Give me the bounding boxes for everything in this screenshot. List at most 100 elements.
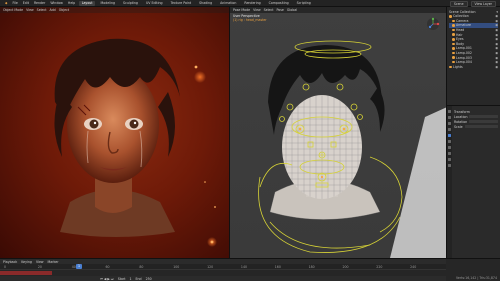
marker-menu[interactable]: Marker (48, 260, 59, 264)
visibility-eye-icon[interactable]: ◉ (495, 37, 498, 41)
tab-shading[interactable]: Shading (197, 1, 215, 6)
material-tab-icon[interactable] (448, 164, 451, 167)
modifier-tab-icon[interactable] (448, 140, 451, 143)
scale-field[interactable] (464, 124, 498, 129)
character-render (54, 38, 217, 247)
frame-tick-label: 40 (71, 265, 76, 269)
rig-mesh-view (258, 40, 446, 258)
frame-tick-label: 200 (342, 265, 349, 269)
playback-menu[interactable]: Playback (3, 260, 17, 264)
prop-label-scale: Scale (454, 124, 463, 129)
outliner-item-label: Armature (456, 23, 471, 28)
tab-rendering[interactable]: Rendering (242, 1, 263, 6)
output-tab-icon[interactable] (448, 122, 451, 125)
visibility-eye-icon[interactable]: ◉ (495, 23, 498, 27)
visibility-eye-icon[interactable]: ◉ (495, 33, 498, 37)
top-bar: ◆ File Edit Render Window Help Layout Mo… (0, 0, 500, 7)
tab-compositing[interactable]: Compositing (266, 1, 291, 6)
prop-section-label: Transform (454, 109, 470, 114)
pose-viewport[interactable]: Pose Mode View Select Pose Global User P… (229, 7, 446, 258)
blender-logo-icon[interactable]: ◆ (4, 1, 8, 5)
visibility-eye-icon[interactable]: ◉ (495, 46, 498, 50)
location-field[interactable] (469, 114, 498, 119)
start-label: Start (117, 276, 126, 281)
tab-modeling[interactable]: Modeling (98, 1, 118, 6)
menu-help[interactable]: Help (67, 1, 76, 5)
prop-label-rotation: Rotation (454, 119, 468, 124)
navigation-gizmo-icon[interactable] (426, 17, 440, 31)
outliner-item-label: Lights (453, 64, 463, 69)
frame-tick-label: 60 (105, 265, 110, 269)
outliner-item-label: Camera (456, 18, 469, 23)
object-tab-icon[interactable] (448, 134, 451, 137)
rendered-viewport[interactable]: Object Mode View Select Add Object (0, 7, 229, 258)
view-menu-timeline[interactable]: View (36, 260, 44, 264)
end-value[interactable]: 250 (146, 277, 152, 281)
properties-tabs (447, 106, 452, 258)
timeline-footer: ⏮ ◀ ▶ ⏭ Start 1 End 250 (0, 276, 446, 281)
object-type-icon (452, 60, 455, 64)
constraint-tab-icon[interactable] (448, 146, 451, 149)
playhead[interactable]: 1 (76, 264, 82, 269)
tab-texture-paint[interactable]: Texture Paint (168, 1, 194, 6)
outliner-item-label: Eyes (456, 37, 464, 42)
object-type-icon (452, 19, 455, 23)
visibility-eye-icon[interactable]: ◉ (495, 28, 498, 32)
frame-tick-label: 0 (4, 265, 7, 269)
frame-tick-label: 80 (139, 265, 144, 269)
keying-menu[interactable]: Keying (21, 260, 32, 264)
object-type-icon (452, 56, 455, 59)
visibility-eye-icon[interactable]: ◉ (495, 42, 498, 46)
outliner-title: Scene Collection (449, 9, 476, 14)
frame-tick-label: 160 (274, 265, 281, 269)
visibility-eye-icon[interactable]: ◉ (495, 51, 498, 55)
rotation-field[interactable] (469, 119, 498, 124)
object-type-icon (452, 24, 455, 27)
timeline-track[interactable] (0, 270, 446, 276)
end-label: End (135, 276, 142, 281)
menu-window[interactable]: Window (49, 1, 64, 5)
keyframe-track-bar (0, 271, 52, 275)
frame-tick-label: 240 (410, 265, 417, 269)
visibility-eye-icon[interactable]: ◉ (495, 56, 498, 60)
tab-scripting[interactable]: Scripting (294, 1, 313, 6)
outliner-item-label: Lamp.002 (456, 51, 472, 56)
data-tab-icon[interactable] (448, 152, 451, 155)
outliner-item-label: Body (456, 41, 465, 46)
frame-tick-label: 100 (173, 265, 180, 269)
tab-animation[interactable]: Animation (218, 1, 239, 6)
properties-body: Transform Location Rotation Scale (454, 109, 498, 129)
outliner-item-label: Lamp.004 (456, 60, 472, 65)
outliner-panel: Scene Collection ▾ Collection ◉ Camera ◉ Arm… (446, 7, 500, 105)
object-type-icon (452, 51, 455, 55)
visibility-eye-icon[interactable]: ◉ (495, 65, 498, 69)
scene-tab-icon[interactable] (448, 128, 451, 131)
tab-sculpting[interactable]: Sculpting (121, 1, 141, 6)
menu-render[interactable]: Render (33, 1, 46, 5)
outliner-item-label: Collection (453, 14, 469, 19)
menu-file[interactable]: File (11, 1, 18, 5)
object-type-icon (452, 33, 455, 36)
render-tab-icon[interactable] (448, 116, 451, 119)
outliner-item[interactable]: Lights ◉ (449, 65, 498, 70)
frame-tick-label: 220 (376, 265, 383, 269)
frame-tick-label: 20 (37, 265, 42, 269)
bone-tab-icon[interactable] (448, 158, 451, 161)
filter-icon[interactable]: ▾ (496, 10, 498, 14)
tab-layout[interactable]: Layout (79, 0, 96, 6)
outliner-item-label: Lamp.001 (456, 46, 472, 51)
object-type-icon (449, 65, 452, 69)
play-controls-icon[interactable]: ⏮ ◀ ▶ ⏭ (100, 277, 114, 281)
outliner-item-label: Head (456, 28, 465, 33)
prop-label-location: Location (454, 114, 468, 119)
tab-uv-editing[interactable]: UV Editing (143, 1, 165, 6)
frame-tick-label: 180 (308, 265, 315, 269)
start-value[interactable]: 1 (129, 277, 131, 281)
tool-tab-icon[interactable] (448, 110, 451, 113)
menu-edit[interactable]: Edit (22, 1, 30, 5)
outliner-list: Collection ◉ Camera ◉ Armature ◉ Head ◉ Hair ◉ Eye… (449, 14, 498, 69)
visibility-eye-icon[interactable]: ◉ (495, 14, 498, 18)
visibility-eye-icon[interactable]: ◉ (495, 60, 498, 64)
visibility-eye-icon[interactable]: ◉ (495, 19, 498, 23)
outliner-item-label: Lamp.003 (456, 55, 472, 60)
